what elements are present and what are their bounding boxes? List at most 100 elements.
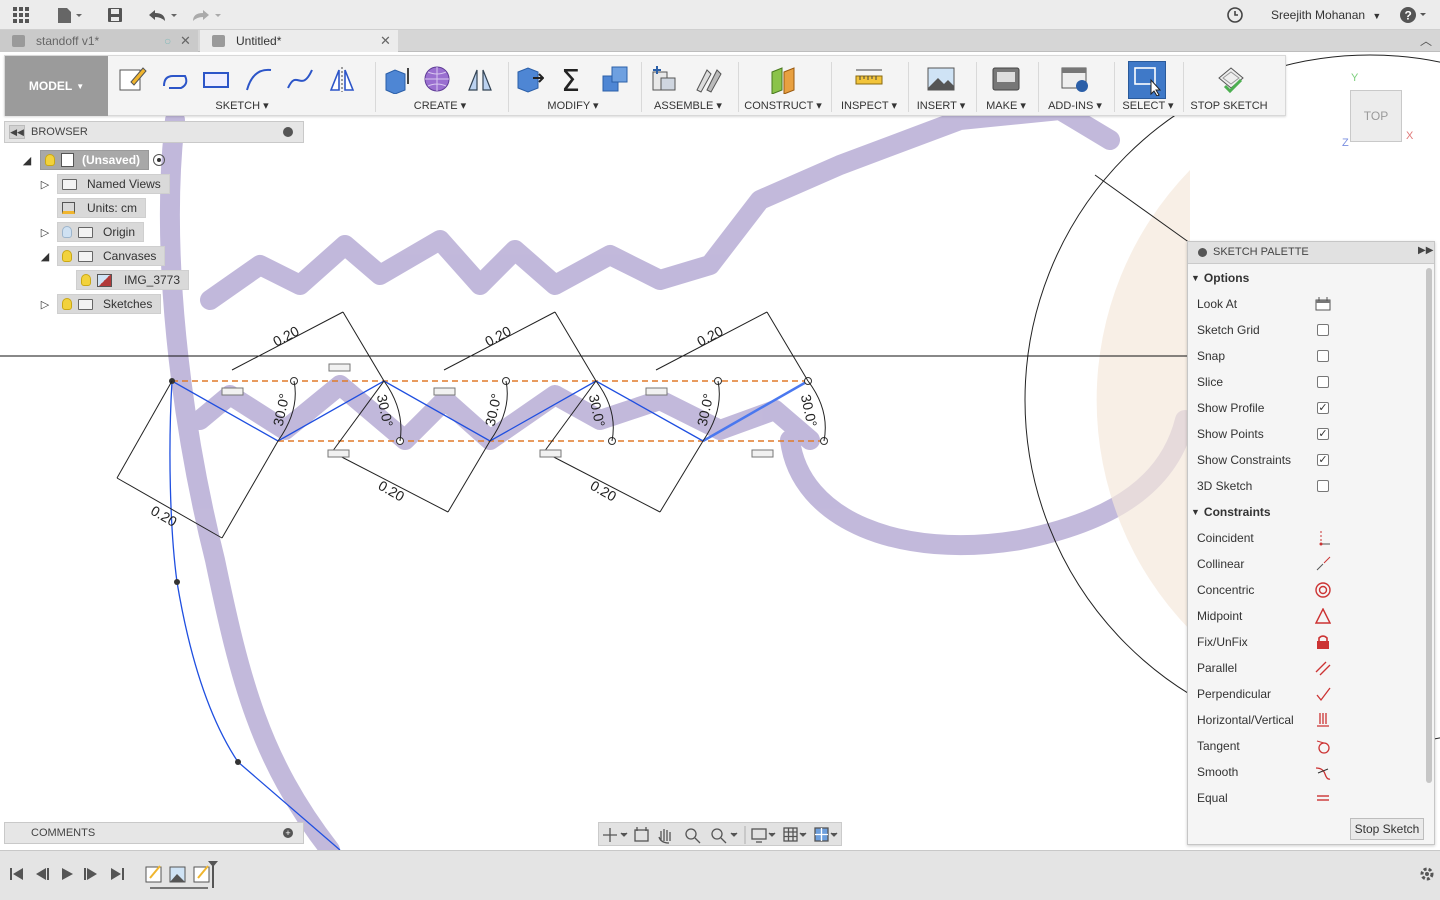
offset-plane-icon[interactable] [766, 62, 800, 96]
collapse-triangle-icon[interactable]: ◢ [38, 249, 52, 263]
concentric-icon[interactable] [1315, 582, 1331, 598]
form-icon[interactable] [421, 62, 455, 96]
create-menu[interactable]: CREATE ▾ [377, 99, 503, 112]
pattern-icon[interactable] [463, 62, 497, 96]
press-pull-icon[interactable] [512, 62, 546, 96]
visibility-bulb-icon[interactable] [62, 226, 72, 238]
rectangle-icon[interactable] [199, 62, 233, 96]
step-forward-icon[interactable] [80, 863, 102, 885]
constraint-collinear[interactable]: Collinear [1197, 553, 1427, 575]
add-comment-icon[interactable]: + [283, 828, 293, 838]
option-show-profile[interactable]: Show Profile ✓ [1197, 397, 1427, 419]
orbit-icon[interactable] [603, 828, 628, 842]
tab-standoff[interactable]: standoff v1* ○ ✕ [0, 30, 198, 52]
horizontal-vertical-icon[interactable] [1315, 712, 1331, 728]
constraint-coincident[interactable]: Coincident [1197, 527, 1427, 549]
browser-item-origin[interactable]: Origin [57, 222, 145, 242]
gear-icon[interactable] [1416, 863, 1438, 885]
make-menu[interactable]: MAKE ▾ [978, 99, 1034, 112]
constraint-equal[interactable]: Equal [1197, 787, 1427, 809]
constraint-tangent[interactable]: Tangent [1197, 735, 1427, 757]
show-constraints-checkbox[interactable]: ✓ [1317, 454, 1329, 466]
snap-checkbox[interactable] [1317, 350, 1329, 362]
undo-icon[interactable] [144, 4, 180, 26]
job-status-icon[interactable] [1225, 4, 1245, 26]
visibility-bulb-icon[interactable] [62, 298, 72, 310]
stop-sketch-label[interactable]: STOP SKETCH [1185, 100, 1273, 112]
tab-untitled[interactable]: Untitled* ✕ [200, 30, 398, 52]
collinear-icon[interactable] [1315, 556, 1331, 572]
collapse-left-icon[interactable]: ◀◀ [9, 125, 25, 139]
mirror-icon[interactable] [325, 62, 359, 96]
help-icon[interactable]: ? [1398, 4, 1430, 26]
assemble-menu[interactable]: ASSEMBLE ▾ [643, 99, 733, 112]
browser-item-canvases[interactable]: Canvases [57, 246, 166, 266]
constraint-horizontal-vertical[interactable]: Horizontal/Vertical [1197, 709, 1427, 731]
option-snap[interactable]: Snap [1197, 345, 1427, 367]
insert-image-icon[interactable] [924, 62, 958, 96]
workspace-switcher[interactable]: MODEL ▼ [5, 56, 108, 116]
option-slice[interactable]: Slice [1197, 371, 1427, 393]
go-to-end-icon[interactable] [106, 863, 128, 885]
browser-item-named-views[interactable]: Named Views [57, 174, 170, 194]
option-show-constraints[interactable]: Show Constraints ✓ [1197, 449, 1427, 471]
stop-sketch-icon[interactable] [1213, 62, 1247, 96]
sketch-menu[interactable]: SKETCH ▾ [111, 99, 373, 112]
new-component-icon[interactable] [647, 62, 681, 96]
spline-icon[interactable] [283, 62, 317, 96]
visibility-bulb-icon[interactable] [62, 250, 72, 262]
insert-menu[interactable]: INSERT ▾ [910, 99, 972, 112]
midpoint-icon[interactable] [1315, 608, 1331, 624]
visibility-bulb-icon[interactable] [45, 154, 55, 166]
minimize-icon[interactable] [283, 127, 293, 137]
perpendicular-icon[interactable] [1315, 686, 1331, 702]
equal-icon[interactable] [1315, 790, 1331, 806]
activate-radio-icon[interactable] [153, 154, 166, 166]
constraint-perpendicular[interactable]: Perpendicular [1197, 683, 1427, 705]
smooth-icon[interactable] [1315, 764, 1331, 780]
go-to-start-icon[interactable] [6, 863, 28, 885]
viewports-icon[interactable] [814, 827, 838, 842]
3d-sketch-checkbox[interactable] [1317, 480, 1329, 492]
view-cube[interactable]: TOP [1350, 90, 1402, 142]
visibility-bulb-icon[interactable] [81, 274, 91, 286]
lock-icon[interactable] [1315, 634, 1331, 650]
browser-item-units[interactable]: Units: cm [57, 198, 147, 218]
combine-icon[interactable] [598, 62, 632, 96]
chevron-up-icon[interactable]: ︿ [1420, 32, 1432, 49]
step-back-icon[interactable] [31, 863, 53, 885]
browser-item-sketches[interactable]: Sketches [57, 294, 162, 314]
options-section-header[interactable]: ▼ Options [1191, 268, 1249, 288]
scripts-icon[interactable] [1058, 62, 1092, 96]
save-icon[interactable] [104, 4, 126, 26]
parallel-icon[interactable] [1315, 660, 1331, 676]
constraint-parallel[interactable]: Parallel [1197, 657, 1427, 679]
expand-right-icon[interactable]: ▶▶ [1418, 245, 1433, 256]
addins-menu[interactable]: ADD-INS ▾ [1040, 99, 1110, 112]
grid-settings-icon[interactable] [783, 827, 807, 842]
display-settings-icon[interactable] [751, 828, 776, 843]
play-icon[interactable] [56, 863, 78, 885]
look-at-icon[interactable] [634, 827, 649, 842]
palette-header[interactable]: SKETCH PALETTE ▶▶ [1188, 242, 1434, 264]
user-menu[interactable]: Sreejith Mohanan ▼ [1271, 0, 1381, 30]
redo-icon[interactable] [188, 4, 224, 26]
pan-icon[interactable] [658, 829, 671, 844]
file-menu-icon[interactable] [54, 4, 84, 26]
option-sketch-grid[interactable]: Sketch Grid [1197, 319, 1427, 341]
measure-icon[interactable] [852, 62, 886, 96]
slice-checkbox[interactable] [1317, 376, 1329, 388]
browser-panel-header[interactable]: ◀◀ BROWSER [4, 121, 304, 143]
coincident-icon[interactable] [1315, 530, 1331, 546]
joint-icon[interactable] [691, 62, 725, 96]
timeline-marker[interactable] [207, 860, 219, 890]
expand-triangle-icon[interactable]: ▷ [38, 177, 52, 191]
tangent-icon[interactable] [1315, 738, 1331, 754]
select-icon[interactable] [1128, 61, 1166, 99]
arc-icon[interactable] [241, 62, 275, 96]
sum-icon[interactable]: Σ [556, 62, 590, 96]
construct-menu[interactable]: CONSTRUCT ▾ [740, 99, 826, 112]
apps-grid-icon[interactable] [10, 4, 32, 26]
extrude-icon[interactable] [379, 62, 413, 96]
3d-print-icon[interactable] [989, 62, 1023, 96]
